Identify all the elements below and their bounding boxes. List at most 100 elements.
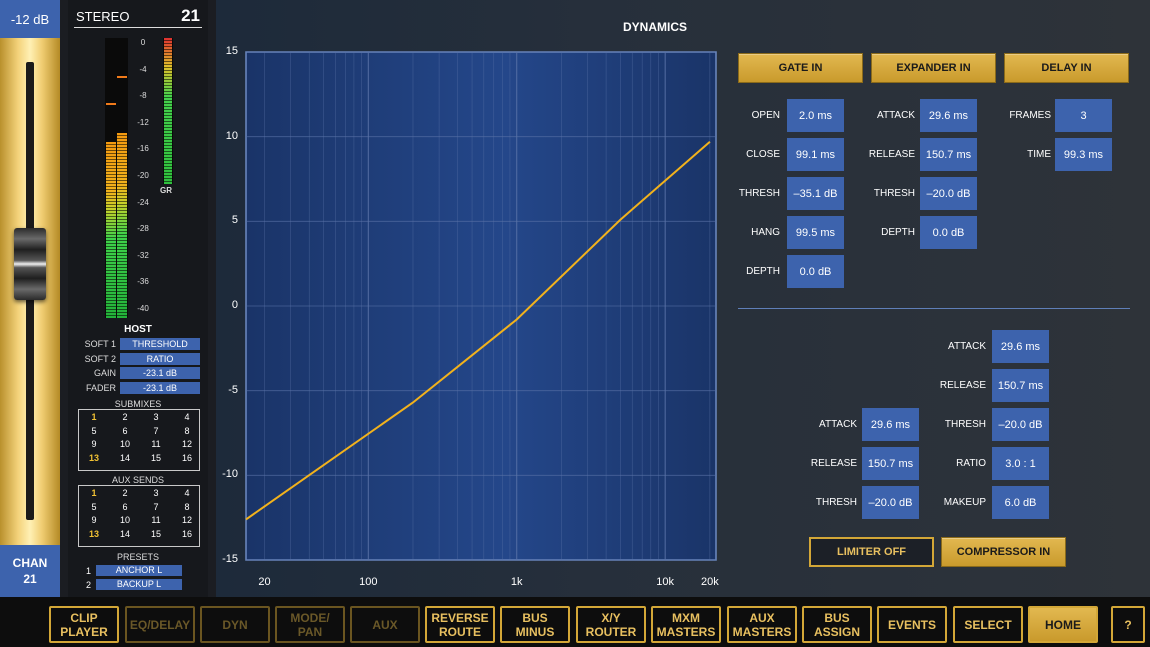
aux_sends-cell[interactable]: 16 <box>172 529 202 539</box>
expander-param-value[interactable]: 150.7 ms <box>920 138 977 171</box>
x-tick-label: 10k <box>656 576 675 588</box>
aux_sends-cell[interactable]: 10 <box>110 515 140 525</box>
gate-in-button[interactable]: GATE IN <box>738 53 863 83</box>
expander-param-value[interactable]: –20.0 dB <box>920 177 977 210</box>
preset-name[interactable]: ANCHOR L <box>96 565 182 576</box>
submixes-cell[interactable]: 4 <box>172 412 202 422</box>
meter-scale-label: -36 <box>137 277 149 287</box>
submixes-cell[interactable]: 1 <box>79 412 109 422</box>
nav-mxm-masters-button[interactable]: MXM MASTERS <box>651 606 721 643</box>
nav-clip-player-button[interactable]: CLIP PLAYER <box>49 606 119 643</box>
aux_sends-cell[interactable]: 5 <box>79 502 109 512</box>
submixes-cell[interactable]: 2 <box>110 412 140 422</box>
submixes-cell[interactable]: 11 <box>141 439 171 449</box>
host-row-value[interactable]: RATIO <box>120 352 200 365</box>
nav-home-button[interactable]: HOME <box>1028 606 1098 643</box>
submixes-cell[interactable]: 13 <box>79 453 109 463</box>
limiter-off-button[interactable]: LIMITER OFF <box>809 537 934 567</box>
gate-param-value[interactable]: 0.0 dB <box>787 255 844 288</box>
nav-events-button[interactable]: EVENTS <box>877 606 947 643</box>
limiter-param-value[interactable]: 150.7 ms <box>862 447 919 480</box>
aux_sends-cell[interactable]: 12 <box>172 515 202 525</box>
limiter-param-value[interactable]: –20.0 dB <box>862 486 919 519</box>
aux_sends-cell[interactable]: 6 <box>110 502 140 512</box>
gate-param-value[interactable]: 99.1 ms <box>787 138 844 171</box>
submixes-cell[interactable]: 6 <box>110 426 140 436</box>
submixes-cell[interactable]: 7 <box>141 426 171 436</box>
delay-param-value[interactable]: 99.3 ms <box>1055 138 1112 171</box>
nav-reverse-route-button[interactable]: REVERSE ROUTE <box>425 606 495 643</box>
aux_sends-cell[interactable]: 3 <box>141 488 171 498</box>
submixes-cell[interactable]: 16 <box>172 453 202 463</box>
y-tick-label: 0 <box>231 299 238 311</box>
nav-bus-assign-button[interactable]: BUS ASSIGN <box>802 606 872 643</box>
x-tick-label: 20k <box>700 576 719 588</box>
compressor-param-value[interactable]: 6.0 dB <box>992 486 1049 519</box>
expander-param-value[interactable]: 29.6 ms <box>920 99 977 132</box>
submixes-cell[interactable]: 14 <box>110 453 140 463</box>
preset-name[interactable]: BACKUP L <box>96 579 182 590</box>
nav-eq-delay-button[interactable]: EQ/DELAY <box>125 606 195 643</box>
nav-aux-masters-button[interactable]: AUX MASTERS <box>727 606 797 643</box>
nav-dyn-button[interactable]: DYN <box>200 606 270 643</box>
aux_sends-cell[interactable]: 15 <box>141 529 171 539</box>
meter-scale-label: -8 <box>139 91 147 101</box>
fader-knob[interactable] <box>14 228 46 300</box>
presets-title: PRESETS <box>116 552 159 562</box>
expander-param-value[interactable]: 0.0 dB <box>920 216 977 249</box>
channel-selector[interactable]: CHAN 21 <box>0 545 60 597</box>
host-row[interactable]: GAIN -23.1 dB <box>74 366 202 380</box>
compressor-param-value[interactable]: –20.0 dB <box>992 408 1049 441</box>
channel-name: STEREO <box>76 9 130 24</box>
nav-aux-button[interactable]: AUX <box>350 606 420 643</box>
compressor-param-label: RELEASE <box>939 380 986 391</box>
gate-param-value[interactable]: 2.0 ms <box>787 99 844 132</box>
aux_sends-cell[interactable]: 4 <box>172 488 202 498</box>
nav-help-button[interactable]: ? <box>1111 606 1145 643</box>
gain-reduction-meter <box>163 38 173 184</box>
aux_sends-cell[interactable]: 11 <box>141 515 171 525</box>
submixes-cell[interactable]: 8 <box>172 426 202 436</box>
nav-bus-minus-button[interactable]: BUS MINUS <box>500 606 570 643</box>
submixes-cell[interactable]: 15 <box>141 453 171 463</box>
aux_sends-cell[interactable]: 7 <box>141 502 171 512</box>
submixes-cell[interactable]: 10 <box>110 439 140 449</box>
gate-param-value[interactable]: 99.5 ms <box>787 216 844 249</box>
nav-x-y-router-button[interactable]: X/Y ROUTER <box>576 606 646 643</box>
delay-param-value[interactable]: 3 <box>1055 99 1112 132</box>
nav-select-button[interactable]: SELECT <box>953 606 1023 643</box>
preset-item[interactable]: 2 BACKUP L <box>86 579 182 591</box>
compressor-param-value[interactable]: 3.0 : 1 <box>992 447 1049 480</box>
compressor-in-button[interactable]: COMPRESSOR IN <box>941 537 1066 567</box>
aux_sends-cell[interactable]: 14 <box>110 529 140 539</box>
delay-in-button[interactable]: DELAY IN <box>1004 53 1129 83</box>
aux_sends-cell[interactable]: 13 <box>79 529 109 539</box>
host-row-value[interactable]: -23.1 dB <box>120 367 200 379</box>
host-row[interactable]: SOFT 2 RATIO <box>74 352 202 366</box>
submixes-cell[interactable]: 9 <box>79 439 109 449</box>
host-row-value[interactable]: THRESHOLD <box>120 338 200 350</box>
aux_sends-cell[interactable]: 2 <box>110 488 140 498</box>
meter-right-fill <box>117 133 127 318</box>
aux_sends-cell[interactable]: 8 <box>172 502 202 512</box>
compressor-param-value[interactable]: 29.6 ms <box>992 330 1049 363</box>
gate-param-label: THRESH <box>738 188 780 199</box>
submixes-cell[interactable]: 3 <box>141 412 171 422</box>
section-divider <box>738 308 1130 309</box>
submixes-cell[interactable]: 12 <box>172 439 202 449</box>
meter-scale-label: -24 <box>137 197 149 207</box>
aux_sends-cell[interactable]: 1 <box>79 488 109 498</box>
preset-item[interactable]: 1 ANCHOR L <box>86 565 182 577</box>
host-row[interactable]: SOFT 1 THRESHOLD <box>74 337 202 351</box>
aux_sends-cell[interactable]: 9 <box>79 515 109 525</box>
submixes-cell[interactable]: 5 <box>79 426 109 436</box>
nav-mode-pan-button[interactable]: MODE/ PAN <box>275 606 345 643</box>
limiter-param-value[interactable]: 29.6 ms <box>862 408 919 441</box>
gate-param-value[interactable]: –35.1 dB <box>787 177 844 210</box>
x-tick-label: 1k <box>510 576 523 588</box>
expander-in-button[interactable]: EXPANDER IN <box>871 53 996 83</box>
host-row[interactable]: FADER -23.1 dB <box>74 381 202 395</box>
host-row-label: SOFT 1 <box>84 339 116 349</box>
compressor-param-value[interactable]: 150.7 ms <box>992 369 1049 402</box>
host-row-value[interactable]: -23.1 dB <box>120 381 200 394</box>
